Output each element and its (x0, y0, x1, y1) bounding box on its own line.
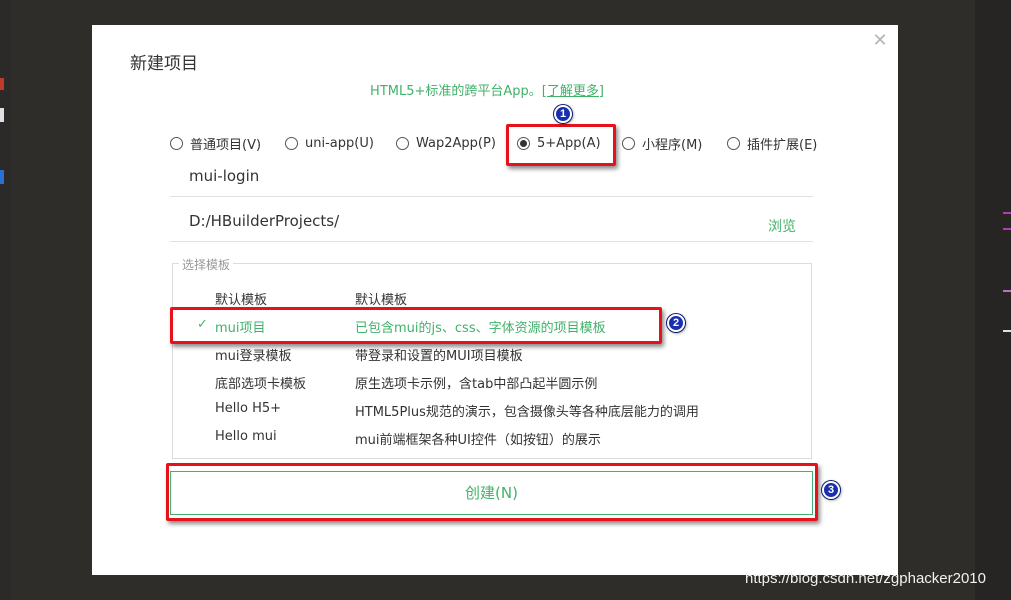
template-item-hello-h5plus[interactable]: Hello H5+ HTML5Plus规范的演示，包含摄像头等各种底层能力的调用 (173, 398, 811, 422)
radio-mini-program[interactable]: 小程序(M) (622, 133, 702, 153)
background-marker (0, 170, 4, 184)
template-item-hello-mui[interactable]: Hello mui mui前端框架各种UI控件（如按钮）的展示 (173, 426, 811, 450)
background-marker (0, 78, 4, 90)
radio-uni-app[interactable]: uni-app(U) (285, 133, 374, 153)
template-list: 选择模板 默认模板 默认模板 ✓ mui项目 已包含mui的js、css、字体资… (172, 256, 812, 459)
template-name: Hello mui (215, 429, 277, 444)
browse-button[interactable]: 浏览 (768, 216, 796, 236)
radio-normal-project[interactable]: 普通项目(V) (170, 133, 261, 153)
project-name-input[interactable] (189, 157, 749, 195)
template-name: Hello H5+ (215, 401, 282, 416)
template-legend: 选择模板 (179, 256, 234, 273)
background-left-edge (0, 0, 10, 600)
annotation-badge-1: 1 (554, 105, 572, 123)
watermark: https://blog.csdn.net/zgphacker2010 (745, 570, 986, 587)
radio-label: uni-app(U) (305, 135, 374, 151)
close-icon[interactable]: ✕ (871, 32, 889, 50)
annotation-badge-3: 3 (822, 481, 840, 499)
template-desc: mui前端框架各种UI控件（如按钮）的展示 (355, 433, 601, 448)
radio-circle-icon (727, 136, 740, 150)
template-name: 默认模板 (215, 293, 268, 308)
radio-circle-icon (170, 136, 183, 150)
radio-plugin-extension[interactable]: 插件扩展(E) (727, 133, 817, 153)
radio-label: 普通项目(V) (190, 137, 262, 153)
radio-circle-icon (396, 136, 409, 150)
template-desc: 原生选项卡示例，含tab中部凸起半圆示例 (355, 377, 598, 392)
learn-more-link[interactable]: [了解更多] (542, 84, 604, 99)
dialog-title: 新建项目 (130, 54, 198, 74)
template-name: 底部选项卡模板 (215, 377, 307, 392)
template-item-bottom-tab[interactable]: 底部选项卡模板 原生选项卡示例，含tab中部凸起半圆示例 (173, 370, 811, 394)
background-marker (1003, 290, 1011, 292)
callout-box-3 (166, 463, 818, 521)
radio-label: 小程序(M) (642, 137, 703, 153)
background-marker (1003, 212, 1011, 214)
template-desc: 默认模板 (355, 293, 408, 308)
project-path-input[interactable] (189, 202, 749, 240)
info-text: HTML5+标准的跨平台App。 (370, 84, 542, 99)
template-item-mui-login[interactable]: mui登录模板 带登录和设置的MUI项目模板 (173, 342, 811, 366)
project-name-field (170, 157, 813, 197)
background-marker (0, 108, 4, 122)
radio-wap2app[interactable]: Wap2App(P) (396, 133, 496, 153)
radio-circle-icon (622, 136, 635, 150)
background-marker (1003, 228, 1011, 230)
background-marker (1003, 330, 1011, 332)
radio-label: Wap2App(P) (416, 135, 496, 151)
background-right-panel (975, 0, 1011, 600)
template-desc: HTML5Plus规范的演示，包含摄像头等各种底层能力的调用 (355, 405, 699, 420)
template-desc: 带登录和设置的MUI项目模板 (355, 349, 523, 364)
callout-box-1 (506, 124, 616, 166)
info-line: HTML5+标准的跨平台App。[了解更多] (92, 80, 882, 99)
radio-label: 插件扩展(E) (747, 137, 818, 153)
callout-box-2 (170, 307, 662, 344)
template-name: mui登录模板 (215, 349, 292, 364)
radio-circle-icon (285, 136, 298, 150)
project-path-field: 浏览 (170, 202, 813, 242)
annotation-badge-2: 2 (667, 314, 685, 332)
